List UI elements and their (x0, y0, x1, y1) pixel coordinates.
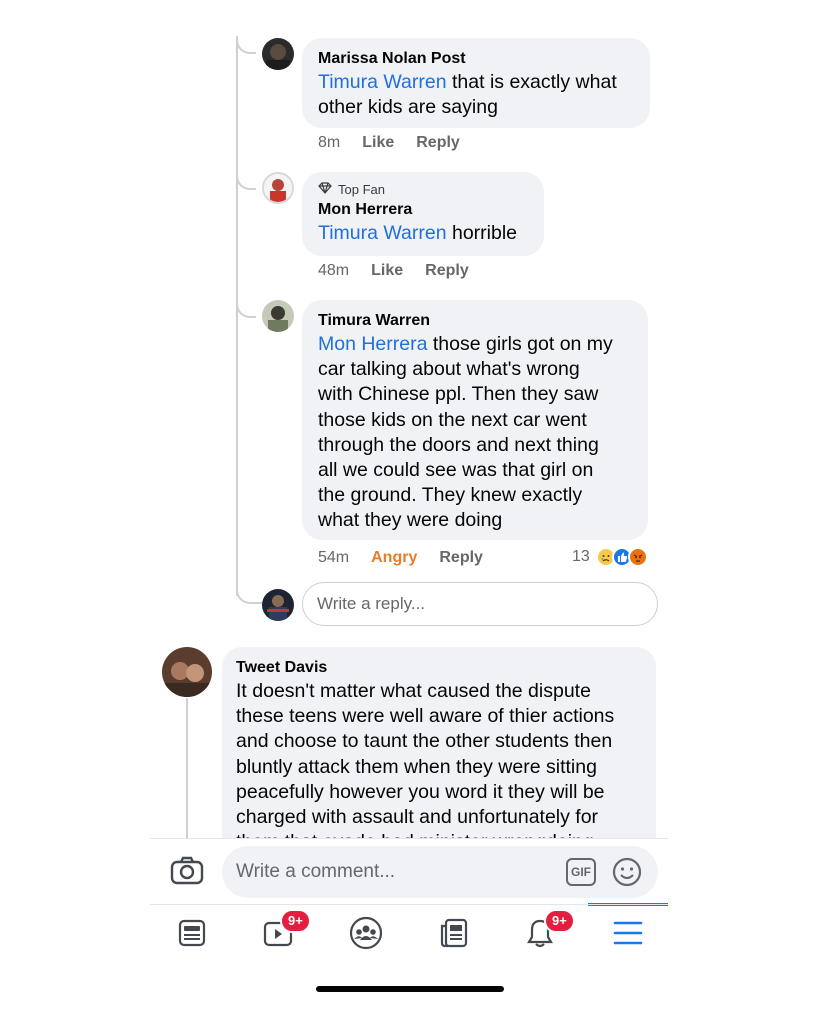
comment-author[interactable]: Timura Warren (318, 310, 632, 332)
like-button[interactable]: Like (362, 134, 394, 152)
comment-bubble: Timura Warren Mon Herrera those girls go… (302, 300, 648, 540)
gif-button[interactable]: GIF (566, 858, 596, 886)
thread-branch (236, 300, 256, 318)
comment-time[interactable]: 54m (318, 549, 349, 567)
thread-line (236, 36, 238, 596)
thread-branch (236, 580, 262, 604)
like-button[interactable]: Like (371, 262, 403, 280)
emoji-icon[interactable] (611, 856, 643, 893)
comment-time[interactable]: 8m (318, 134, 340, 152)
reply-button[interactable]: Reply (439, 549, 483, 567)
reply-button[interactable]: Reply (425, 262, 469, 280)
current-user-avatar (262, 589, 294, 621)
avatar[interactable] (162, 647, 212, 697)
tab-news[interactable] (434, 915, 474, 955)
video-notification-badge: 9+ (280, 909, 311, 933)
tab-menu[interactable] (608, 915, 648, 955)
comment-author[interactable]: Tweet Davis (236, 657, 640, 679)
groups-icon (349, 916, 383, 955)
tab-groups[interactable] (346, 915, 386, 955)
comment-bubble: Marissa Nolan Post Timura Warren that is… (302, 38, 650, 128)
angry-reaction-button[interactable]: Angry (371, 549, 417, 567)
reaction-count: 13 (572, 548, 590, 565)
comment-text: It doesn't matter what caused the disput… (236, 680, 615, 853)
bottom-tab-bar: 9+ 9+ (150, 904, 668, 964)
comment-actions: 48m Like Reply (318, 262, 469, 280)
feed-icon (177, 918, 207, 953)
thread-branch (236, 36, 256, 54)
avatar[interactable] (262, 300, 294, 332)
comment-author[interactable]: Marissa Nolan Post (318, 48, 634, 70)
mention-link[interactable]: Timura Warren (318, 222, 447, 244)
home-indicator (316, 986, 504, 992)
news-icon (438, 917, 470, 954)
mention-link[interactable]: Timura Warren (318, 71, 447, 93)
comment-text: Timura Warren that is exactly what other… (318, 71, 617, 119)
reply-input[interactable]: Write a reply... (302, 582, 658, 626)
comment-text: Mon Herrera those girls got on my car ta… (318, 333, 613, 532)
comment-author[interactable]: Mon Herrera (318, 199, 528, 221)
top-fan-badge: Top Fan (318, 181, 528, 199)
diamond-icon (318, 181, 332, 199)
comment-actions: 54m Angry Reply (318, 549, 483, 567)
comment-bubble: Tweet Davis It doesn't matter what cause… (222, 647, 656, 867)
comment-text: Timura Warren horrible (318, 222, 518, 244)
angry-reaction-icon (627, 547, 648, 567)
comment-actions: 8m Like Reply (318, 134, 460, 152)
reply-button[interactable]: Reply (416, 134, 460, 152)
thread-line (186, 698, 188, 838)
comment-time[interactable]: 48m (318, 262, 349, 280)
avatar[interactable] (262, 172, 294, 204)
camera-icon[interactable] (170, 854, 204, 891)
thread-branch (236, 172, 256, 190)
reaction-summary[interactable]: 13 (572, 547, 648, 567)
mention-link[interactable]: Mon Herrera (318, 333, 427, 355)
notification-badge: 9+ (544, 909, 575, 933)
avatar[interactable] (262, 38, 294, 70)
menu-icon (613, 920, 643, 951)
tab-feed[interactable] (172, 915, 212, 955)
comment-bubble: Top Fan Mon Herrera Timura Warren horrib… (302, 172, 544, 256)
